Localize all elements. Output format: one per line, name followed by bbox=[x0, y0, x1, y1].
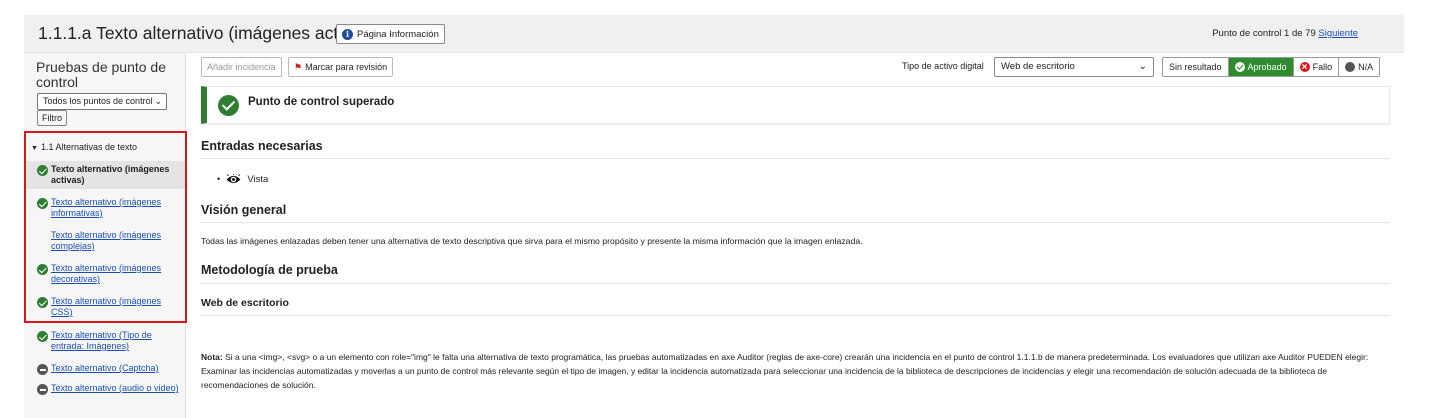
sidebar-item-css-images[interactable]: Texto alternativo (imágenes CSS) bbox=[24, 293, 185, 321]
pass-check-icon bbox=[37, 165, 48, 176]
group-label: 1.1 Alternativas de texto bbox=[40, 142, 137, 152]
pass-check-icon bbox=[37, 331, 48, 342]
note-label: Nota: bbox=[201, 352, 223, 362]
page-info-label: Página Información bbox=[357, 28, 439, 40]
no-result-label: Sin resultado bbox=[1169, 62, 1222, 72]
asset-type-label: Tipo de activo digital bbox=[902, 61, 984, 71]
na-icon bbox=[37, 364, 48, 375]
page-title: 1.1.1.a Texto alternativo (imágenes acti… bbox=[38, 23, 376, 43]
check-circle-icon bbox=[1234, 62, 1245, 72]
divider bbox=[201, 222, 1390, 223]
sidebar-item-input-type-images[interactable]: Texto alternativo (Tipo de entrada: Imág… bbox=[24, 327, 185, 355]
filter-select-value: Todos los puntos de control bbox=[43, 96, 153, 106]
sidebar-item-link[interactable]: Texto alternativo (Captcha) bbox=[51, 363, 159, 373]
overview-heading: Visión general bbox=[201, 203, 287, 217]
pass-check-icon bbox=[37, 198, 48, 209]
divider bbox=[201, 315, 1390, 316]
sidebar-item-complex-images[interactable]: Texto alternativo (imágenes complejas) bbox=[24, 227, 185, 255]
chevron-down-icon: ⌄ bbox=[154, 96, 162, 106]
required-input-item: • Vista bbox=[217, 174, 268, 185]
sidebar-item-link[interactable]: Texto alternativo (imágenes CSS) bbox=[51, 296, 161, 317]
checkpoint-filter-select[interactable]: Todos los puntos de control ⌄ bbox=[37, 93, 167, 110]
sidebar-item-link[interactable]: Texto alternativo (Tipo de entrada: Imág… bbox=[51, 330, 152, 351]
title-bar: 1.1.1.a Texto alternativo (imágenes acti… bbox=[24, 15, 1404, 53]
mark-review-label: Marcar para revisión bbox=[305, 62, 388, 72]
methodology-subheading: Web de escritorio bbox=[201, 297, 289, 309]
na-button[interactable]: N/A bbox=[1339, 58, 1380, 76]
page-info-button[interactable]: i Página Información bbox=[336, 24, 445, 44]
checkpoint-counter-text: Punto de control 1 de 79 bbox=[1212, 28, 1316, 39]
flag-icon: ⚑ bbox=[294, 62, 303, 72]
sidebar-item-audio-video[interactable]: Texto alternativo (audio o video) bbox=[24, 380, 185, 397]
sidebar-item-label: Texto alternativo (imágenes activas) bbox=[51, 164, 170, 185]
sidebar-group-text-alternatives[interactable]: ▼ 1.1 Alternativas de texto bbox=[31, 142, 137, 152]
caret-down-icon: ▼ bbox=[31, 145, 38, 152]
no-result-button[interactable]: Sin resultado bbox=[1163, 58, 1229, 76]
note-text: Si a una <img>, <svg> o a un elemento co… bbox=[201, 352, 1369, 390]
na-label: N/A bbox=[1358, 62, 1374, 72]
pass-check-icon bbox=[37, 264, 48, 275]
asset-type-value: Web de escritorio bbox=[1001, 61, 1075, 72]
divider bbox=[201, 158, 1390, 159]
status-banner: Punto de control superado bbox=[201, 86, 1390, 124]
sidebar-item-informative-images[interactable]: Texto alternativo (imágenes informativas… bbox=[24, 194, 185, 222]
check-circle-icon bbox=[218, 95, 239, 116]
info-icon: i bbox=[342, 28, 353, 40]
divider bbox=[201, 283, 1390, 284]
pass-button[interactable]: Aprobado bbox=[1228, 58, 1294, 76]
bullet-dot: • bbox=[217, 174, 221, 185]
fail-button[interactable]: Fallo bbox=[1293, 58, 1340, 76]
asset-type-select[interactable]: Web de escritorio ⌄ bbox=[994, 57, 1154, 77]
fail-x-icon bbox=[1299, 59, 1310, 76]
required-input-label: Vista bbox=[247, 174, 269, 185]
pass-check-icon bbox=[37, 297, 48, 308]
status-banner-text: Punto de control superado bbox=[248, 96, 395, 108]
methodology-heading: Metodología de prueba bbox=[201, 263, 338, 277]
checkpoint-counter: Punto de control 1 de 79 Siguiente bbox=[1212, 28, 1358, 39]
sidebar-item-active-images[interactable]: Texto alternativo (imágenes activas) bbox=[24, 161, 185, 189]
result-button-group: Sin resultado Aprobado Fallo N/A bbox=[1162, 57, 1381, 77]
add-issue-button[interactable]: Añadir incidencia bbox=[201, 57, 282, 77]
methodology-note: Nota: Si a una <img>, <svg> o a un eleme… bbox=[201, 350, 1391, 392]
sidebar-item-link[interactable]: Texto alternativo (imágenes informativas… bbox=[51, 197, 161, 218]
chevron-down-icon: ⌄ bbox=[1138, 61, 1147, 72]
na-icon bbox=[37, 384, 48, 395]
filter-button[interactable]: Filtro bbox=[37, 110, 67, 126]
sidebar: Pruebas de punto de control Todos los pu… bbox=[24, 53, 186, 418]
sidebar-item-link[interactable]: Texto alternativo (imágenes decorativas) bbox=[51, 263, 161, 284]
fail-label: Fallo bbox=[1312, 62, 1333, 72]
sidebar-item-link[interactable]: Texto alternativo (audio o video) bbox=[51, 383, 179, 393]
next-link[interactable]: Siguiente bbox=[1318, 28, 1358, 39]
sidebar-item-link[interactable]: Texto alternativo (imágenes complejas) bbox=[51, 230, 161, 251]
na-circle-icon bbox=[1345, 62, 1356, 72]
sidebar-item-captcha[interactable]: Texto alternativo (Captcha) bbox=[24, 360, 185, 377]
required-inputs-heading: Entradas necesarias bbox=[201, 139, 323, 153]
sidebar-title: Pruebas de punto de control bbox=[36, 59, 166, 90]
overview-text: Todas las imágenes enlazadas deben tener… bbox=[201, 236, 863, 246]
sidebar-item-decorative-images[interactable]: Texto alternativo (imágenes decorativas) bbox=[24, 260, 185, 288]
pass-label: Aprobado bbox=[1247, 62, 1287, 72]
eye-icon bbox=[226, 174, 241, 184]
mark-for-review-button[interactable]: ⚑ Marcar para revisión bbox=[288, 57, 394, 77]
